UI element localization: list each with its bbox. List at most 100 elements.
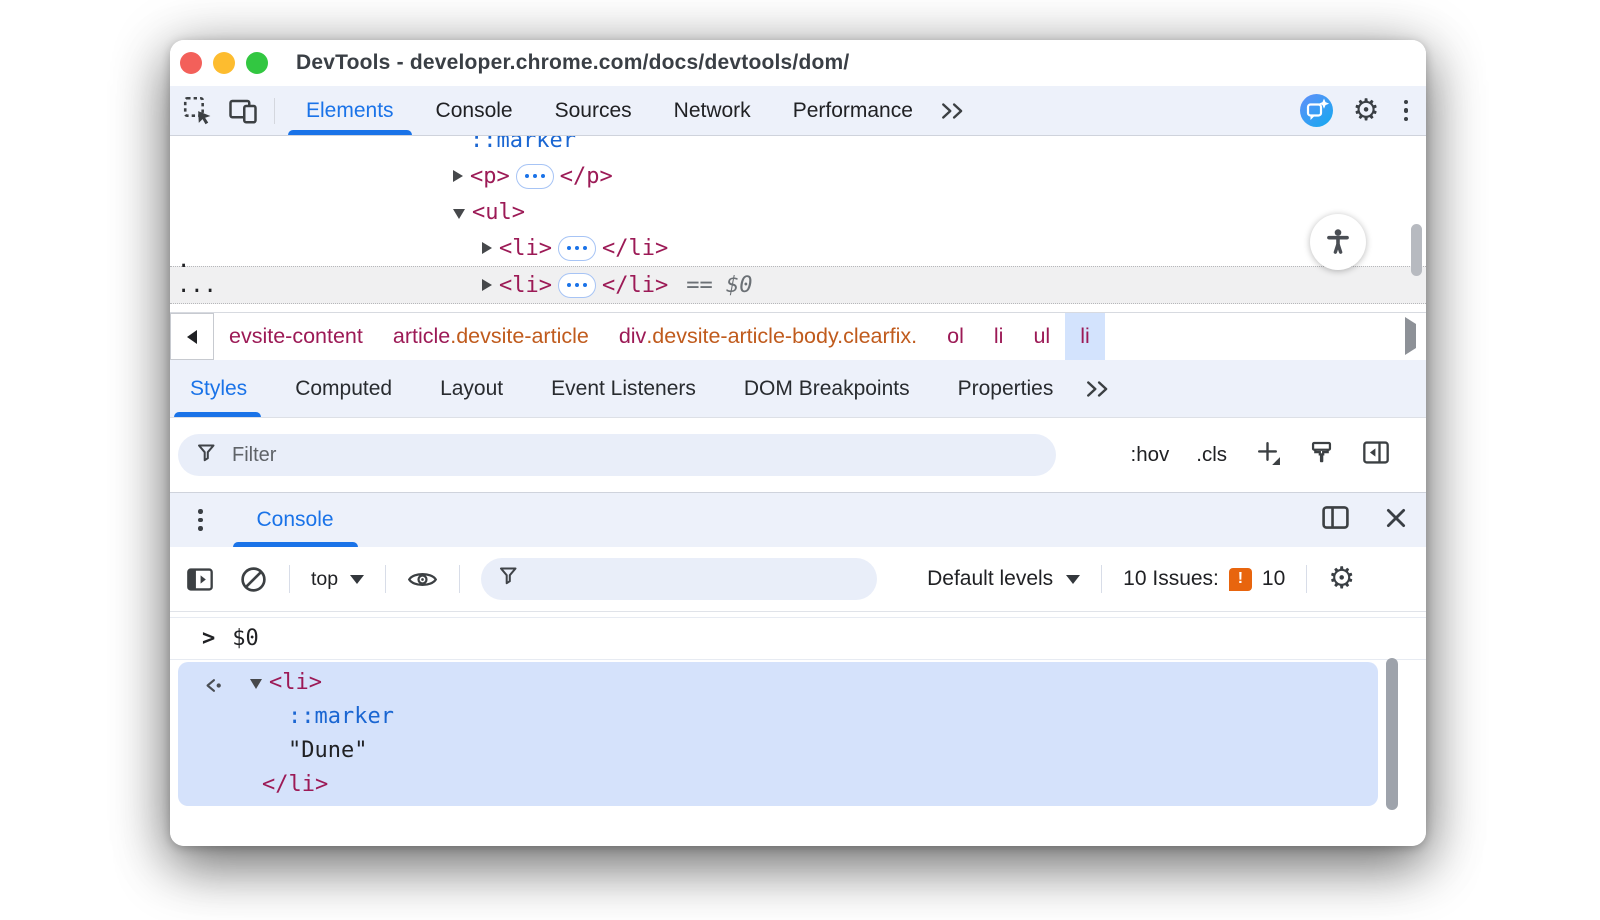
- dom-tree: ::marker <p> </p> <ul> <li> </li>: [170, 136, 1426, 304]
- chevron-down-icon: [350, 575, 364, 584]
- page-background: DevTools - developer.chrome.com/docs/dev…: [0, 0, 1600, 920]
- console-command-row[interactable]: > $0: [170, 617, 1426, 660]
- more-tabs-icon[interactable]: [940, 102, 966, 120]
- kebab-menu-icon[interactable]: [1400, 96, 1413, 126]
- dom-row-li-selected[interactable]: ... <li> </li> == $0: [170, 266, 1426, 304]
- expand-arrow-icon[interactable]: [453, 170, 463, 182]
- styles-toolbar-right: :hov .cls: [1131, 439, 1391, 472]
- tab-console[interactable]: Console: [415, 86, 534, 135]
- more-panes-icon[interactable]: [1085, 380, 1111, 398]
- toolbar-divider: [274, 98, 275, 124]
- result-arrow-icon: [203, 675, 227, 700]
- breadcrumb-item-selected[interactable]: li: [1065, 313, 1105, 360]
- tab-computed[interactable]: Computed: [271, 360, 416, 417]
- pseudo-state-toggle[interactable]: :hov: [1131, 443, 1170, 467]
- close-drawer-icon[interactable]: [1384, 506, 1408, 535]
- log-levels-dropdown[interactable]: Default levels: [927, 567, 1080, 591]
- window-title: DevTools - developer.chrome.com/docs/dev…: [296, 51, 849, 75]
- breadcrumb-item[interactable]: ul: [1018, 313, 1065, 360]
- filter-funnel-icon: [498, 565, 520, 593]
- ellipsis-adorner-icon[interactable]: [516, 164, 554, 189]
- result-line-open-tag[interactable]: <li>: [178, 665, 1378, 699]
- inspect-element-icon[interactable]: [180, 94, 214, 128]
- toolbar-divider: [1101, 565, 1102, 593]
- breadcrumb-scroll-right-button[interactable]: [1405, 324, 1416, 349]
- tab-network[interactable]: Network: [653, 86, 772, 135]
- tab-styles[interactable]: Styles: [170, 360, 271, 417]
- breadcrumb-item[interactable]: evsite-content: [214, 313, 378, 360]
- toolbar-divider: [1306, 565, 1307, 593]
- breadcrumb-item[interactable]: ol: [932, 313, 979, 360]
- ellipsis-adorner-icon[interactable]: [558, 273, 596, 298]
- result-line-pseudo[interactable]: ::marker: [178, 699, 1378, 733]
- styles-filter-input[interactable]: Filter: [178, 434, 1056, 476]
- close-window-button[interactable]: [180, 52, 202, 74]
- ai-assistant-icon[interactable]: [1300, 94, 1333, 127]
- result-line-text[interactable]: "Dune": [178, 733, 1378, 767]
- drawer-header-right: [1321, 505, 1408, 535]
- live-expression-eye-icon[interactable]: [407, 568, 438, 591]
- console-result-highlighted[interactable]: <li> ::marker "Dune" </li>: [178, 662, 1378, 806]
- rendering-brush-icon[interactable]: [1308, 439, 1335, 472]
- collapse-arrow-icon[interactable]: [453, 209, 465, 219]
- console-settings-gear-icon[interactable]: ⚙: [1328, 564, 1355, 594]
- split-panel-icon[interactable]: [1321, 505, 1350, 535]
- toolbar-right-group: ⚙: [1300, 94, 1412, 127]
- chevron-down-icon: [1066, 575, 1080, 584]
- settings-gear-icon[interactable]: ⚙: [1353, 96, 1380, 126]
- console-sidebar-toggle-icon[interactable]: [186, 567, 214, 592]
- tab-sources[interactable]: Sources: [534, 86, 653, 135]
- issues-counter[interactable]: 10 Issues: ! 10: [1123, 567, 1285, 591]
- console-command: $0: [232, 626, 259, 651]
- console-messages: > $0 <li> ::marker "Dune" </li>: [170, 612, 1426, 846]
- right-arrow-icon: [1405, 317, 1416, 355]
- console-scrollbar[interactable]: [1386, 658, 1398, 810]
- tab-properties[interactable]: Properties: [934, 360, 1078, 417]
- tab-layout[interactable]: Layout: [416, 360, 527, 417]
- dom-row-p[interactable]: <p> </p>: [170, 158, 1426, 194]
- tab-elements[interactable]: Elements: [285, 86, 415, 135]
- gutter-dots: ...: [177, 273, 217, 298]
- class-toggle[interactable]: .cls: [1196, 443, 1227, 467]
- console-prompt-icon: >: [202, 626, 215, 651]
- console-filter-input[interactable]: [481, 558, 877, 600]
- minimize-window-button[interactable]: [213, 52, 235, 74]
- tab-dom-breakpoints[interactable]: DOM Breakpoints: [720, 360, 934, 417]
- styles-filter-row: Filter :hov .cls: [170, 418, 1426, 492]
- computed-sidebar-toggle-icon[interactable]: [1362, 440, 1390, 471]
- new-style-rule-icon[interactable]: [1254, 439, 1281, 472]
- breadcrumb-item[interactable]: li: [979, 313, 1019, 360]
- toolbar-divider: [385, 565, 386, 593]
- toolbar-divider: [289, 565, 290, 593]
- gutter-dot: .: [177, 248, 190, 273]
- dollar-zero-badge: == $0: [686, 273, 752, 298]
- main-toolbar: Elements Console Sources Network Perform…: [170, 86, 1426, 136]
- tab-event-listeners[interactable]: Event Listeners: [527, 360, 720, 417]
- clear-console-icon[interactable]: [239, 565, 268, 594]
- result-line-close-tag[interactable]: </li>: [178, 767, 1378, 801]
- expand-arrow-icon[interactable]: [482, 242, 492, 254]
- breadcrumb-scroll-left-button[interactable]: [170, 313, 214, 360]
- ellipsis-adorner-icon[interactable]: [558, 236, 596, 261]
- issues-badge-icon: !: [1229, 568, 1252, 591]
- drawer-kebab-menu-icon[interactable]: [194, 505, 207, 535]
- expand-arrow-icon[interactable]: [482, 279, 492, 291]
- drawer-tab-console[interactable]: Console: [233, 493, 358, 547]
- dom-row-marker-clipped[interactable]: ::marker: [170, 136, 1426, 158]
- accessibility-overlay-button[interactable]: [1310, 214, 1366, 270]
- maximize-window-button[interactable]: [246, 52, 268, 74]
- device-toolbar-icon[interactable]: [226, 94, 260, 128]
- execution-context-selector[interactable]: top: [311, 568, 364, 591]
- titlebar: DevTools - developer.chrome.com/docs/dev…: [170, 40, 1426, 86]
- dom-row-li-1[interactable]: <li> </li>: [170, 230, 1426, 266]
- collapse-arrow-icon[interactable]: [250, 679, 262, 689]
- tab-performance[interactable]: Performance: [772, 86, 934, 135]
- breadcrumb-item[interactable]: div.devsite-article-body.clearfix.: [604, 313, 932, 360]
- filter-placeholder: Filter: [232, 444, 276, 467]
- filter-funnel-icon: [196, 442, 218, 469]
- dom-row-ul[interactable]: <ul>: [170, 194, 1426, 230]
- elements-scrollbar[interactable]: [1411, 224, 1422, 276]
- drawer-header: Console: [170, 492, 1426, 547]
- breadcrumb-item[interactable]: article.devsite-article: [378, 313, 604, 360]
- left-arrow-icon: [187, 330, 197, 344]
